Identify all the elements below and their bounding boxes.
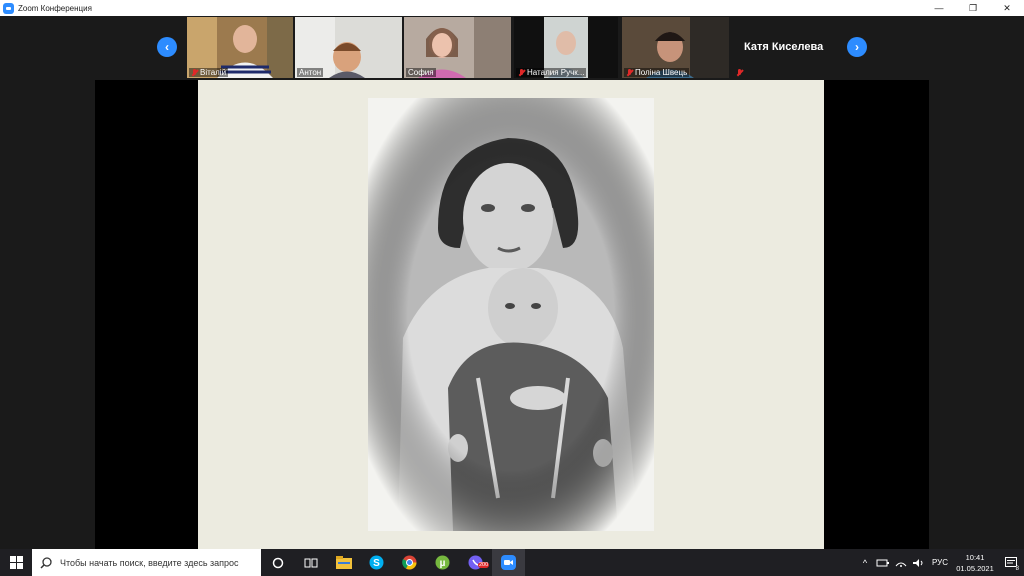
participant-strip: ‹ Віталій Антон София Наталия Ручк... По… bbox=[0, 16, 1024, 80]
participant-name: Антон bbox=[297, 68, 324, 77]
utorrent-button[interactable]: µ bbox=[426, 549, 459, 576]
participant-tile[interactable]: София bbox=[404, 17, 511, 78]
network-icon[interactable] bbox=[894, 558, 908, 568]
window-title: Zoom Конференция bbox=[18, 3, 92, 13]
task-view-icon bbox=[304, 558, 317, 567]
previous-page-button[interactable]: ‹ bbox=[157, 37, 177, 57]
meeting-stage: ‹ Віталій Антон София Наталия Ручк... По… bbox=[0, 16, 1024, 549]
participant-tile[interactable]: Віталій bbox=[187, 17, 293, 78]
participant-tile[interactable]: Катя Киселева bbox=[732, 17, 838, 78]
notification-badge: 200 bbox=[478, 562, 490, 568]
skype-icon: S bbox=[369, 555, 384, 570]
participant-tile[interactable]: Поліна Швець bbox=[622, 17, 729, 78]
close-button[interactable]: ✕ bbox=[990, 0, 1024, 16]
svg-text:µ: µ bbox=[440, 558, 446, 569]
file-explorer-icon bbox=[335, 556, 352, 569]
input-language-indicator[interactable]: РУС bbox=[932, 558, 948, 567]
participant-name: Віталій bbox=[189, 68, 229, 77]
microphone-muted-icon bbox=[518, 68, 525, 77]
svg-text:S: S bbox=[373, 558, 380, 569]
notification-count: 8 bbox=[1015, 566, 1019, 572]
start-button[interactable] bbox=[0, 549, 32, 576]
minimize-button[interactable]: — bbox=[922, 0, 956, 16]
cortana-button[interactable] bbox=[261, 549, 294, 576]
search-icon bbox=[40, 556, 52, 569]
microphone-muted-icon bbox=[736, 69, 743, 77]
chevron-left-icon: ‹ bbox=[165, 40, 169, 54]
taskbar-search-box[interactable]: Чтобы начать поиск, введите здесь запрос bbox=[32, 549, 261, 576]
task-view-button[interactable] bbox=[294, 549, 327, 576]
chevron-right-icon: › bbox=[855, 40, 859, 54]
volume-icon[interactable] bbox=[912, 558, 926, 568]
battery-icon[interactable] bbox=[876, 558, 890, 568]
microphone-muted-icon bbox=[191, 68, 198, 77]
utorrent-icon: µ bbox=[435, 555, 450, 570]
archival-photo bbox=[368, 98, 654, 531]
zoom-app-icon bbox=[3, 2, 14, 14]
maximize-button[interactable]: ❐ bbox=[956, 0, 990, 16]
participant-name: София bbox=[406, 68, 436, 77]
next-page-button[interactable]: › bbox=[847, 37, 867, 57]
window-titlebar: Zoom Конференция — ❐ ✕ bbox=[0, 0, 1024, 16]
clock-time: 10:41 bbox=[965, 552, 985, 562]
chrome-icon bbox=[402, 555, 417, 570]
windows-taskbar: Чтобы начать поиск, введите здесь запрос… bbox=[0, 549, 1024, 576]
file-explorer-button[interactable] bbox=[327, 549, 360, 576]
participant-name: Катя Киселева bbox=[744, 41, 824, 53]
action-center-button[interactable]: 8 bbox=[998, 549, 1024, 576]
windows-logo-icon bbox=[9, 556, 23, 569]
zoom-taskbar-button[interactable] bbox=[492, 549, 525, 576]
cortana-icon bbox=[272, 557, 283, 568]
shared-slide bbox=[198, 80, 824, 549]
skype-button[interactable]: S bbox=[360, 549, 393, 576]
search-placeholder: Чтобы начать поиск, введите здесь запрос bbox=[60, 557, 239, 568]
zoom-icon bbox=[501, 555, 516, 570]
participant-tile[interactable]: Наталия Ручк... bbox=[514, 17, 618, 78]
clock-date: 01.05.2021 bbox=[956, 563, 994, 573]
taskbar-clock[interactable]: 10:41 01.05.2021 bbox=[952, 552, 998, 574]
participant-name: Поліна Швець bbox=[624, 68, 690, 77]
participant-mute-status bbox=[734, 69, 747, 77]
participant-name: Наталия Ручк... bbox=[516, 68, 587, 77]
participant-tile[interactable]: Антон bbox=[295, 17, 402, 78]
viber-button[interactable]: 200 bbox=[459, 549, 492, 576]
microphone-muted-icon bbox=[626, 68, 633, 77]
show-hidden-icons-chevron-icon[interactable]: ^ bbox=[858, 558, 872, 568]
system-tray: ^ РУС 10:41 01.05.2021 8 bbox=[858, 549, 1024, 576]
chrome-button[interactable] bbox=[393, 549, 426, 576]
